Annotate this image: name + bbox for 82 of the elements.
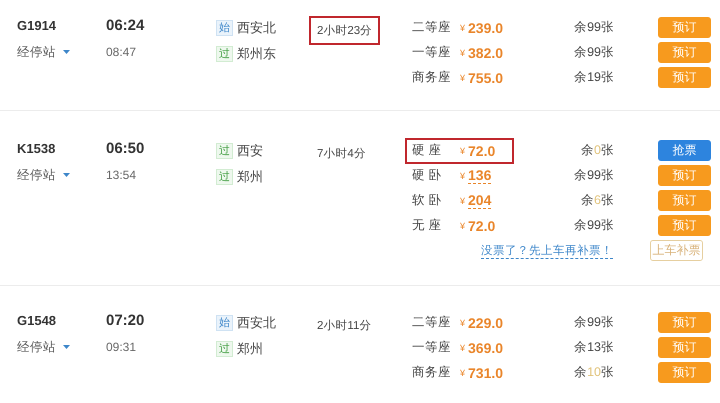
station-badge: 始 <box>216 314 233 330</box>
station-name: 郑州 <box>237 340 263 358</box>
seat-class: 一等座 <box>412 339 452 356</box>
seat-class: 二等座 <box>412 314 452 331</box>
link[interactable]: 没票了？先上车再补票！ <box>481 242 613 258</box>
currency-sign: ¥ <box>460 72 466 82</box>
currency-sign: ¥ <box>460 342 466 352</box>
tickets-left: 余19张 <box>573 69 614 86</box>
currency-sign: ¥ <box>460 220 466 230</box>
tickets-left: 余99张 <box>573 44 614 61</box>
price: 136 <box>468 167 492 184</box>
tickets-left: 余99张 <box>573 19 614 36</box>
book-button[interactable]: 预订 <box>658 67 711 88</box>
station-name: 郑州 <box>237 168 263 186</box>
caret-icon <box>63 345 70 349</box>
book-button[interactable]: 预订 <box>658 17 711 38</box>
duration: 2小时23分 <box>309 16 380 45</box>
station-name: 西安北 <box>237 18 276 36</box>
book-button[interactable]: 预订 <box>658 165 711 186</box>
price: 382.0 <box>468 44 504 60</box>
tickets-left: 余99张 <box>573 314 614 331</box>
stops-dropdown[interactable]: 经停站 <box>17 167 70 183</box>
price: 369.0 <box>468 340 504 356</box>
price: 204 <box>468 192 492 209</box>
currency-sign: ¥ <box>460 368 466 378</box>
currency-sign: ¥ <box>460 22 466 32</box>
tickets-left: 余6张 <box>580 192 614 209</box>
tickets-left: 余99张 <box>573 167 614 184</box>
currency-sign: ¥ <box>460 48 466 58</box>
departure-time: 06:50 <box>106 141 144 157</box>
seat-class: 软 卧 <box>412 192 442 209</box>
station-name: 郑州东 <box>237 44 276 62</box>
board-button[interactable]: 上车补票 <box>650 240 703 261</box>
seat-class: 一等座 <box>412 44 452 61</box>
arrival-time: 13:54 <box>106 167 136 183</box>
station-badge: 过 <box>216 142 233 158</box>
price: 229.0 <box>468 314 504 330</box>
seat-class: 二等座 <box>412 19 452 36</box>
arrival-time: 09:31 <box>106 339 136 355</box>
station-badge: 始 <box>216 20 233 36</box>
tickets-left: 余0张 <box>580 142 614 159</box>
seat-class: 商务座 <box>412 69 452 86</box>
currency-sign: ¥ <box>460 196 466 206</box>
caret-icon <box>63 173 70 177</box>
currency-sign: ¥ <box>460 170 466 180</box>
price: 72.0 <box>468 142 496 158</box>
seat-class: 无 座 <box>412 217 442 234</box>
book-button[interactable]: 预订 <box>658 337 711 358</box>
seat-class: 硬 座 <box>412 142 442 159</box>
book-button[interactable]: 抢票 <box>658 140 711 161</box>
departure-time: 07:20 <box>106 313 144 329</box>
tickets-left: 余10张 <box>573 364 614 381</box>
book-button[interactable]: 预订 <box>658 190 711 211</box>
book-button[interactable]: 预订 <box>658 42 711 63</box>
duration: 7小时4分 <box>316 146 367 162</box>
price: 755.0 <box>468 70 504 86</box>
book-button[interactable]: 预订 <box>658 215 711 236</box>
currency-sign: ¥ <box>460 318 466 328</box>
caret-icon <box>63 50 70 54</box>
book-button[interactable]: 预订 <box>658 312 711 333</box>
price: 72.0 <box>468 218 496 234</box>
currency-sign: ¥ <box>460 146 466 156</box>
stops-dropdown[interactable]: 经停站 <box>17 339 70 355</box>
price: 731.0 <box>468 364 504 380</box>
station-badge: 过 <box>216 46 233 62</box>
station-name: 西安 <box>237 142 263 160</box>
train-number: K1538 <box>17 141 56 157</box>
train-number: G1914 <box>17 18 56 34</box>
departure-time: 06:24 <box>106 18 144 34</box>
station-badge: 过 <box>216 340 233 356</box>
seat-class: 商务座 <box>412 364 452 381</box>
tickets-left: 余13张 <box>573 339 614 356</box>
seat-class: 硬 卧 <box>412 167 442 184</box>
price: 239.0 <box>468 20 504 36</box>
stops-dropdown[interactable]: 经停站 <box>17 44 70 60</box>
train-number: G1548 <box>17 313 56 329</box>
station-name: 西安北 <box>237 314 276 332</box>
arrival-time: 08:47 <box>106 44 136 60</box>
station-badge: 过 <box>216 168 233 184</box>
tickets-left: 余99张 <box>573 217 614 234</box>
book-button[interactable]: 预订 <box>658 362 711 383</box>
duration: 2小时11分 <box>316 318 372 334</box>
